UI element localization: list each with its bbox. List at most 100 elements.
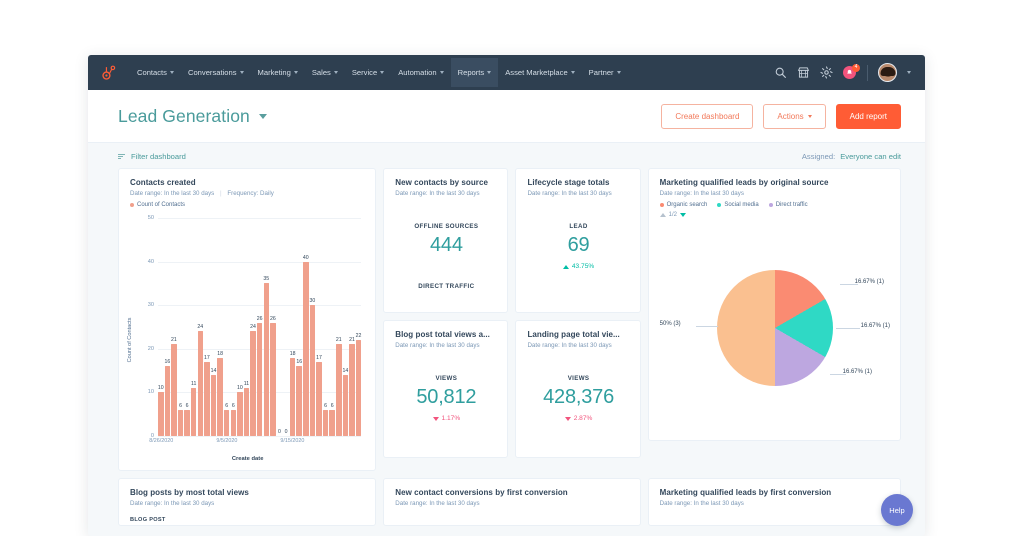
chevron-down-icon — [570, 71, 575, 74]
bar — [197, 331, 204, 436]
bar-item[interactable]: 14 — [210, 218, 217, 436]
bar-value-label: 0 — [284, 429, 288, 435]
bar-item[interactable]: 40 — [303, 218, 309, 436]
help-button[interactable]: Help — [881, 494, 913, 526]
kpi-block: OFFLINE SOURCES 444 DIRECT TRAFFIC — [395, 223, 497, 290]
kpi-value: 428,376 — [543, 386, 614, 408]
card-subtitle: Date range: In the last 30 days — [130, 500, 215, 507]
nav-item-marketing[interactable]: Marketing — [251, 58, 305, 87]
avatar[interactable] — [878, 63, 897, 82]
bar-item[interactable]: 10 — [237, 218, 243, 436]
assigned-value[interactable]: Everyone can edit — [840, 152, 901, 161]
dashboard-bottom-row: Blog posts by most total views Date rang… — [88, 471, 925, 526]
kpi-secondary-label: DIRECT TRAFFIC — [418, 283, 475, 290]
bar-item[interactable]: 11 — [190, 218, 197, 436]
card-new-contacts-by-source: New contacts by source Date range: In th… — [383, 168, 509, 313]
bar-value-label: 18 — [217, 350, 223, 357]
bar-item[interactable]: 14 — [342, 218, 348, 436]
dashboard-selector-chevron-icon[interactable] — [258, 113, 267, 119]
legend-item-direct-traffic[interactable]: Direct traffic — [768, 202, 808, 208]
card-subtitle: Date range: In the last 30 days — [395, 342, 480, 349]
bar-value-label: 24 — [250, 324, 256, 331]
legend-item-social-media[interactable]: Social media — [717, 202, 759, 208]
bar-item[interactable]: 6 — [230, 218, 237, 436]
settings-gear-icon[interactable] — [820, 66, 833, 79]
nav-item-service[interactable]: Service — [345, 58, 391, 87]
bar-item[interactable]: 30 — [310, 218, 315, 436]
nav-item-automation[interactable]: Automation — [391, 58, 450, 87]
arrow-up-icon[interactable] — [659, 213, 666, 217]
bar-item[interactable]: 18 — [217, 218, 223, 436]
bar-item[interactable]: 16 — [164, 218, 170, 436]
bar-value-label: 0 — [277, 429, 281, 435]
bar-item[interactable]: 22 — [356, 218, 361, 436]
nav-label: Sales — [311, 68, 331, 77]
actions-button[interactable]: Actions — [763, 103, 826, 129]
legend-pager[interactable]: 1/2 — [659, 212, 890, 218]
nav-item-asset-marketplace[interactable]: Asset Marketplace — [498, 58, 581, 87]
bar-item[interactable]: 10 — [158, 218, 164, 436]
card-subtitle: Date range: In the last 30 days — [659, 500, 744, 507]
bar-value-label: 18 — [289, 350, 296, 357]
bar-item[interactable]: 26 — [257, 218, 263, 436]
arrow-down-icon[interactable] — [679, 213, 686, 217]
chevron-down-icon[interactable] — [907, 71, 911, 74]
bar-value-label: 40 — [302, 254, 309, 261]
nav-label: Partner — [588, 68, 614, 77]
bar-item[interactable]: 21 — [336, 218, 342, 436]
bar-item[interactable]: 0 — [277, 218, 283, 436]
bar-item[interactable]: 18 — [290, 218, 296, 436]
nav-label: Service — [351, 68, 378, 77]
bar-item[interactable]: 24 — [250, 218, 256, 436]
bar-value-label: 14 — [210, 367, 217, 374]
bar-value-label: 6 — [225, 402, 229, 409]
filter-dashboard-button[interactable]: Filter dashboard — [118, 152, 186, 161]
bar-item[interactable]: 17 — [204, 218, 210, 436]
bar-value-label: 11 — [191, 381, 197, 388]
legend-item-count-of-contacts[interactable]: Count of Contacts — [130, 202, 185, 208]
bar-item[interactable]: 16 — [296, 218, 302, 436]
legend-item-organic-search[interactable]: Organic search — [659, 202, 707, 208]
kpi-delta-value: 2.87% — [573, 415, 593, 422]
bar-value-label: 10 — [236, 385, 243, 392]
bar-value-label: 35 — [263, 276, 270, 283]
bar-item[interactable]: 26 — [270, 218, 276, 436]
bar-item[interactable]: 17 — [316, 218, 322, 436]
nav-item-contacts[interactable]: Contacts — [130, 58, 181, 87]
leader-line — [835, 328, 860, 329]
bar-item[interactable]: 6 — [177, 218, 184, 436]
bar-item[interactable]: 24 — [197, 218, 204, 436]
create-dashboard-button[interactable]: Create dashboard — [661, 103, 754, 129]
bar-value-label: 10 — [157, 385, 164, 392]
bar-item[interactable]: 0 — [283, 218, 289, 436]
nav-item-partner[interactable]: Partner — [582, 58, 628, 87]
nav-item-reports[interactable]: Reports — [450, 58, 499, 87]
bar-item[interactable]: 35 — [263, 218, 270, 436]
kpi-value: 50,812 — [416, 386, 477, 408]
bar-item[interactable]: 21 — [171, 218, 177, 436]
hubspot-sprocket-icon[interactable] — [100, 64, 118, 82]
bar — [256, 322, 263, 436]
search-icon[interactable] — [774, 66, 787, 79]
card-title: Lifecycle stage totals — [527, 178, 610, 187]
bar-chart: Count of Contacts 0 10 20 30 40 50 10 16 21 6 6 11 2… — [127, 212, 365, 462]
card-blog-posts-by-most-total-views: Blog posts by most total views Date rang… — [118, 478, 377, 526]
nav-label: Marketing — [257, 68, 291, 77]
bar — [177, 409, 184, 436]
bar-item[interactable]: 6 — [223, 218, 230, 436]
bar-item[interactable]: 21 — [349, 218, 355, 436]
bar-value-label: 26 — [256, 315, 263, 322]
add-report-button[interactable]: Add report — [835, 103, 901, 129]
assigned-info: Assigned: Everyone can edit — [802, 152, 901, 161]
nav-item-conversations[interactable]: Conversations — [181, 58, 251, 87]
bar — [243, 388, 250, 436]
bar-item[interactable]: 6 — [322, 218, 329, 436]
notifications-icon[interactable]: 4 — [843, 63, 860, 80]
marketplace-icon[interactable] — [797, 66, 810, 79]
bar-item[interactable]: 6 — [184, 218, 190, 436]
legend-label: Count of Contacts — [137, 202, 186, 208]
bar-item[interactable]: 11 — [243, 218, 250, 436]
dashboard-grid: Contacts created Date range: In the last… — [88, 168, 925, 471]
nav-item-sales[interactable]: Sales — [305, 58, 345, 87]
bar-item[interactable]: 6 — [329, 218, 335, 436]
